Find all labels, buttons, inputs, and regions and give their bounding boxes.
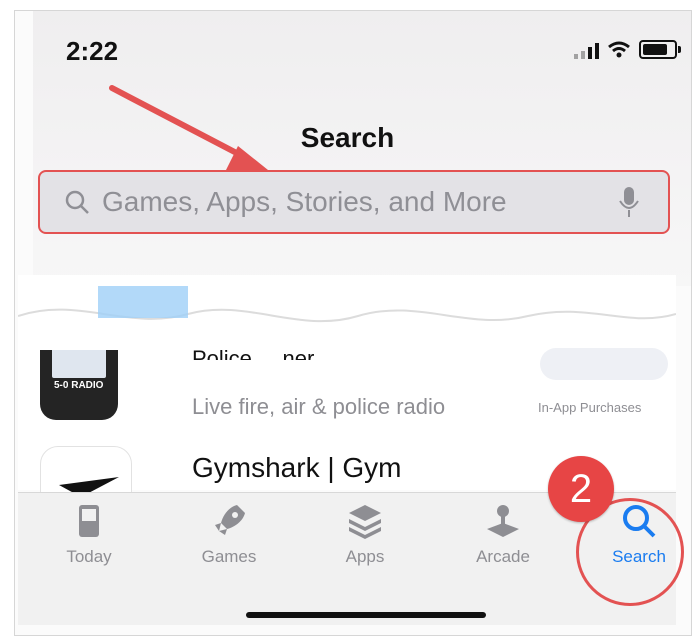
tab-label: Games xyxy=(201,547,257,566)
app-name-police-scanner[interactable]: Police ... ner xyxy=(192,346,314,360)
joystick-icon xyxy=(487,505,519,537)
get-button[interactable] xyxy=(540,348,668,380)
tab-today[interactable]: Today xyxy=(34,501,144,567)
torn-edge-divider xyxy=(18,286,676,346)
tab-apps[interactable]: Apps xyxy=(310,501,420,567)
search-input[interactable]: Games, Apps, Stories, and More xyxy=(38,170,670,234)
tab-label: Apps xyxy=(345,547,385,566)
status-icons xyxy=(574,40,681,59)
rocket-icon xyxy=(215,505,245,535)
tab-games[interactable]: Games xyxy=(174,501,284,567)
cellular-signal-icon xyxy=(574,41,599,59)
tab-arcade[interactable]: Arcade xyxy=(448,501,558,567)
annotation-badge: 2 xyxy=(548,456,614,522)
in-app-purchases-note: In-App Purchases xyxy=(538,400,642,415)
page-title: Search xyxy=(300,122,395,153)
tab-label: Arcade xyxy=(476,547,530,566)
wifi-icon xyxy=(608,41,630,58)
app-name-gymshark[interactable]: Gymshark | Gym xyxy=(192,452,402,484)
tab-label: Today xyxy=(66,547,112,566)
app-icon-police-scanner[interactable]: 5-0 RADIO xyxy=(40,350,118,420)
app-subtitle-police-scanner: Live fire, air & police radio xyxy=(192,394,446,419)
status-time: 2:22 xyxy=(66,36,119,66)
search-placeholder: Games, Apps, Stories, and More xyxy=(102,186,507,217)
home-indicator xyxy=(246,612,486,618)
battery-icon xyxy=(639,40,681,59)
layers-icon xyxy=(349,505,381,539)
magnifier-icon xyxy=(65,190,89,214)
microphone-icon[interactable] xyxy=(618,185,640,219)
today-icon xyxy=(79,505,99,537)
